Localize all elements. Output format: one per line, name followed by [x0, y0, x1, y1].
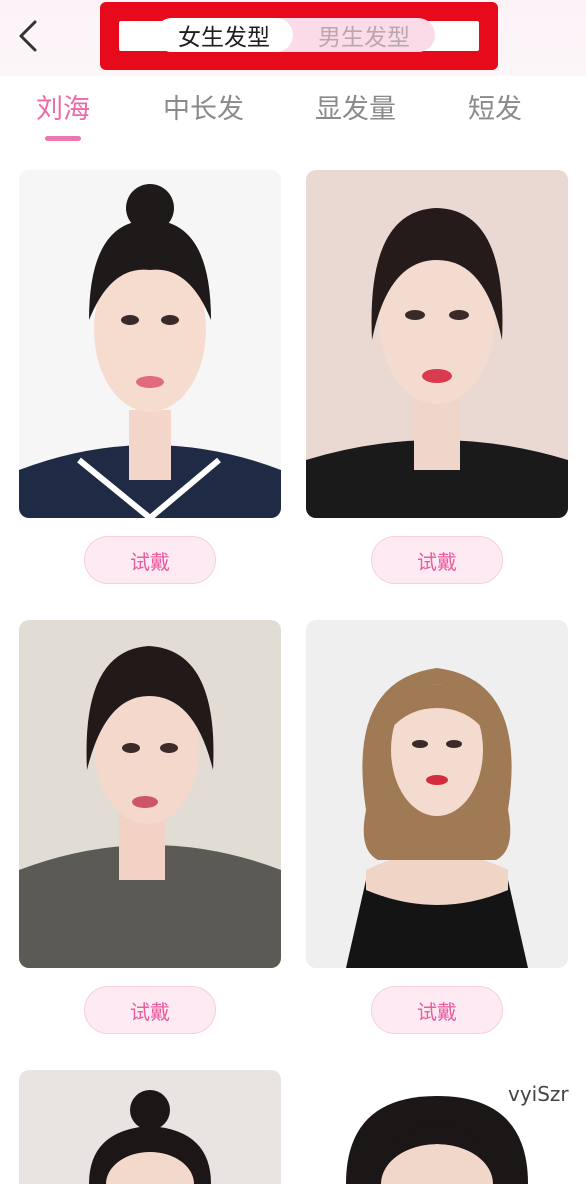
hairstyle-card[interactable]	[19, 620, 281, 968]
hairstyle-photo	[19, 170, 281, 518]
hairstyle-card[interactable]	[19, 1070, 281, 1184]
tab-volume[interactable]: 显发量	[315, 90, 396, 130]
try-on-button[interactable]: 试戴	[371, 536, 503, 584]
hairstyle-photo	[19, 1070, 281, 1184]
try-on-button[interactable]: 试戴	[84, 986, 216, 1034]
hairstyle-page: 女生发型 男生发型 刘海 中长发 显发量 短发 试戴 试戴 试戴 试戴 vyiS…	[0, 0, 586, 1184]
try-on-button[interactable]: 试戴	[84, 536, 216, 584]
hairstyle-card[interactable]	[19, 170, 281, 518]
hairstyle-photo	[306, 170, 568, 518]
chevron-left-icon	[19, 20, 37, 52]
top-bar: 女生发型 男生发型	[0, 0, 586, 76]
tab-male-hairstyles[interactable]: 男生发型	[293, 18, 435, 52]
category-tabs: 刘海 中长发 显发量 短发	[0, 80, 586, 144]
tab-bangs[interactable]: 刘海	[36, 90, 90, 130]
hairstyle-card[interactable]	[306, 620, 568, 968]
back-button[interactable]	[8, 12, 48, 60]
tab-female-hairstyles[interactable]: 女生发型	[155, 18, 293, 52]
gender-segmented-control: 女生发型 男生发型	[155, 18, 435, 52]
hairstyle-card[interactable]	[306, 170, 568, 518]
tab-medium-long[interactable]: 中长发	[163, 90, 244, 130]
hairstyle-photo	[306, 620, 568, 968]
tab-short[interactable]: 短发	[468, 90, 522, 130]
active-tab-indicator	[45, 136, 81, 141]
try-on-button[interactable]: 试戴	[371, 986, 503, 1034]
hairstyle-photo	[19, 620, 281, 968]
watermark-text: vyiSzr	[508, 1082, 569, 1106]
